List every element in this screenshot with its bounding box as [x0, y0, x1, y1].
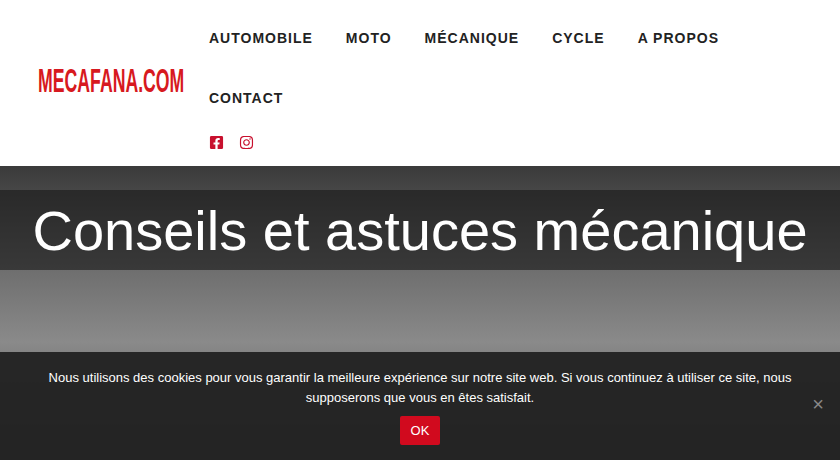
instagram-icon[interactable] — [239, 135, 254, 150]
nav-column: AUTOMOBILE MOTO MÉCANIQUE CYCLE A PROPOS CONT… — [209, 0, 749, 166]
nav-item[interactable]: MOTO — [346, 8, 392, 68]
cookie-message: Nous utilisons des cookies pour vous gar… — [40, 368, 800, 408]
nav-item[interactable]: A PROPOS — [638, 8, 719, 68]
nav: AUTOMOBILE MOTO MÉCANIQUE CYCLE A PROPOS CONT… — [209, 8, 749, 128]
header: MECAFANA.COM AUTOMOBILE MOTO MÉCANIQUE CYCLE… — [0, 0, 840, 166]
social-links — [209, 135, 749, 150]
nav-item[interactable]: AUTOMOBILE — [209, 8, 313, 68]
logo[interactable]: MECAFANA.COM — [38, 63, 184, 97]
facebook-icon[interactable] — [209, 135, 224, 150]
ok-button[interactable]: OK — [400, 416, 440, 445]
hero-title: Conseils et astuces mécanique — [32, 198, 807, 263]
nav-item[interactable]: CONTACT — [209, 68, 283, 128]
nav-item[interactable]: MÉCANIQUE — [425, 8, 520, 68]
page: MECAFANA.COM AUTOMOBILE MOTO MÉCANIQUE CYCLE… — [0, 0, 840, 460]
title-band: Conseils et astuces mécanique — [0, 190, 840, 270]
nav-item[interactable]: CYCLE — [552, 8, 604, 68]
cookie-banner: Nous utilisons des cookies pour vous gar… — [0, 352, 840, 460]
logo-box: MECAFANA.COM — [38, 0, 209, 166]
close-button[interactable]: × — [812, 394, 824, 414]
